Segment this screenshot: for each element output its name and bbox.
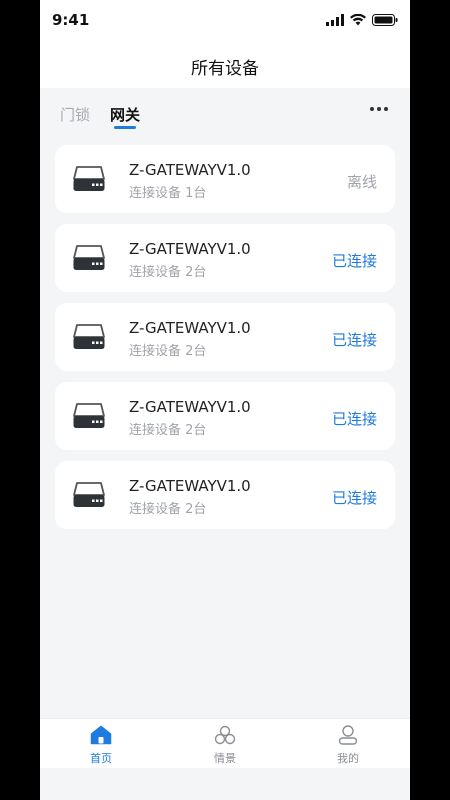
more-dot-icon <box>370 107 374 111</box>
connected-devices-count: 连接设备 2台 <box>129 502 207 517</box>
device-card[interactable]: Z-GATEWAYV1.0 连接设备 2台 已连接 <box>55 382 395 450</box>
more-dot-icon <box>377 107 381 111</box>
device-name: Z-GATEWAYV1.0 <box>129 319 251 337</box>
device-card[interactable]: Z-GATEWAYV1.0 连接设备 2台 已连接 <box>55 461 395 529</box>
connected-devices-count: 连接设备 1台 <box>129 186 207 201</box>
tabbar-label-scene: 情景 <box>214 752 236 765</box>
device-card[interactable]: Z-GATEWAYV1.0 连接设备 1台 离线 <box>55 145 395 213</box>
bottom-tab-bar: 首页 情景 我的 <box>40 718 410 769</box>
device-name: Z-GATEWAYV1.0 <box>129 477 251 495</box>
tabbar-item-mine[interactable]: 我的 <box>318 725 378 766</box>
connected-devices-count: 连接设备 2台 <box>129 423 207 438</box>
connected-devices-count: 连接设备 2台 <box>129 344 207 359</box>
tabbar-item-home[interactable]: 首页 <box>71 725 131 766</box>
device-name: Z-GATEWAYV1.0 <box>129 398 251 416</box>
device-card[interactable]: Z-GATEWAYV1.0 连接设备 2台 已连接 <box>55 303 395 371</box>
home-icon <box>90 725 112 745</box>
gateway-device-icon <box>73 245 105 270</box>
user-icon <box>338 725 358 745</box>
status-time: 9:41 <box>52 11 90 29</box>
gateway-device-icon <box>73 403 105 428</box>
home-indicator-area <box>40 768 410 800</box>
signal-icon <box>326 14 344 26</box>
more-options-button[interactable] <box>370 107 388 111</box>
status-icons <box>326 14 398 26</box>
tabbar-item-scene[interactable]: 情景 <box>195 725 255 766</box>
device-name: Z-GATEWAYV1.0 <box>129 161 251 179</box>
gateway-device-icon <box>73 324 105 349</box>
status-bar: 9:41 <box>40 0 410 44</box>
more-dot-icon <box>384 107 388 111</box>
device-status: 离线 <box>346 173 377 191</box>
connected-devices-count: 连接设备 2台 <box>129 265 207 280</box>
phone-screen: 9:41 所有设备 门锁 网关 Z-GATEWAYV1.0 连接设备 1台 离线… <box>40 0 410 800</box>
tab-gateway[interactable]: 网关 <box>110 104 140 125</box>
active-tab-indicator <box>114 126 136 129</box>
scene-icon <box>214 725 236 745</box>
device-list: Z-GATEWAYV1.0 连接设备 1台 离线 Z-GATEWAYV1.0 连… <box>55 145 395 540</box>
device-status: 已连接 <box>331 252 377 270</box>
page-header: 所有设备 <box>40 44 410 88</box>
tab-door-lock[interactable]: 门锁 <box>60 104 90 125</box>
wifi-icon <box>350 14 366 26</box>
category-tabs: 门锁 网关 <box>40 88 410 136</box>
device-card[interactable]: Z-GATEWAYV1.0 连接设备 2台 已连接 <box>55 224 395 292</box>
page-title: 所有设备 <box>191 58 259 79</box>
battery-icon <box>372 14 398 26</box>
gateway-device-icon <box>73 166 105 191</box>
device-status: 已连接 <box>331 489 377 507</box>
gateway-device-icon <box>73 482 105 507</box>
device-name: Z-GATEWAYV1.0 <box>129 240 251 258</box>
device-status: 已连接 <box>331 410 377 428</box>
tabbar-label-mine: 我的 <box>337 752 359 765</box>
device-status: 已连接 <box>331 331 377 349</box>
tabbar-label-home: 首页 <box>90 752 112 765</box>
